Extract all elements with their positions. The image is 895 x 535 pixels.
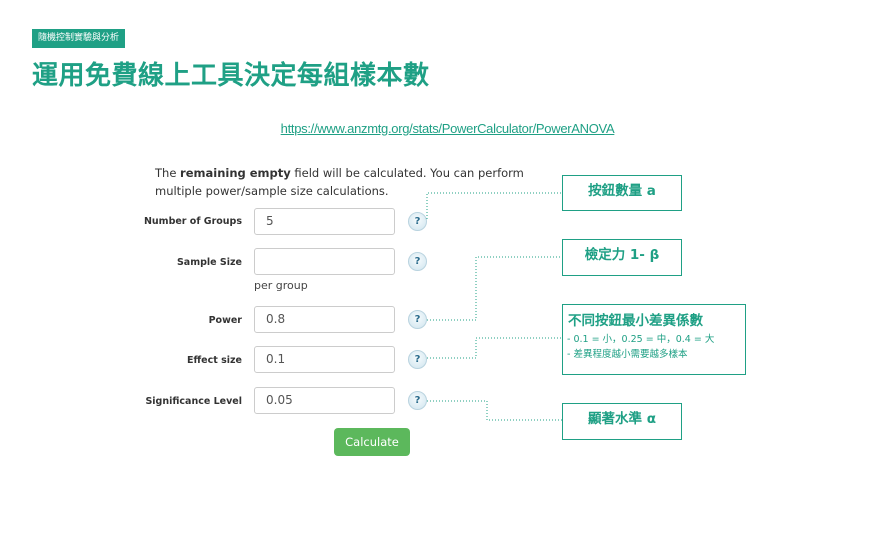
alpha-callout-text: 顯著水準 α	[588, 411, 656, 427]
groups-callout: 按鈕數量 a	[562, 175, 682, 211]
callout-connectors	[426, 192, 562, 421]
effect-size-callout: 不同按鈕最小差異係數 - 0.1 = 小，0.25 = 中，0.4 = 大 - …	[562, 304, 746, 375]
power-connector	[427, 256, 562, 321]
power-callout: 檢定力 1- β	[562, 239, 682, 276]
groups-callout-text: 按鈕數量 a	[588, 183, 656, 199]
effect-callout-line2: - 差異程度越小需要越多樣本	[567, 349, 688, 360]
power-callout-text: 檢定力 1- β	[584, 247, 660, 263]
effect-connector	[427, 337, 562, 359]
groups-connector	[426, 192, 562, 219]
alpha-connector	[427, 400, 562, 421]
effect-callout-title: 不同按鈕最小差異係數	[568, 313, 703, 329]
alpha-callout: 顯著水準 α	[562, 403, 682, 440]
effect-callout-line1: - 0.1 = 小，0.25 = 中，0.4 = 大	[567, 334, 715, 345]
